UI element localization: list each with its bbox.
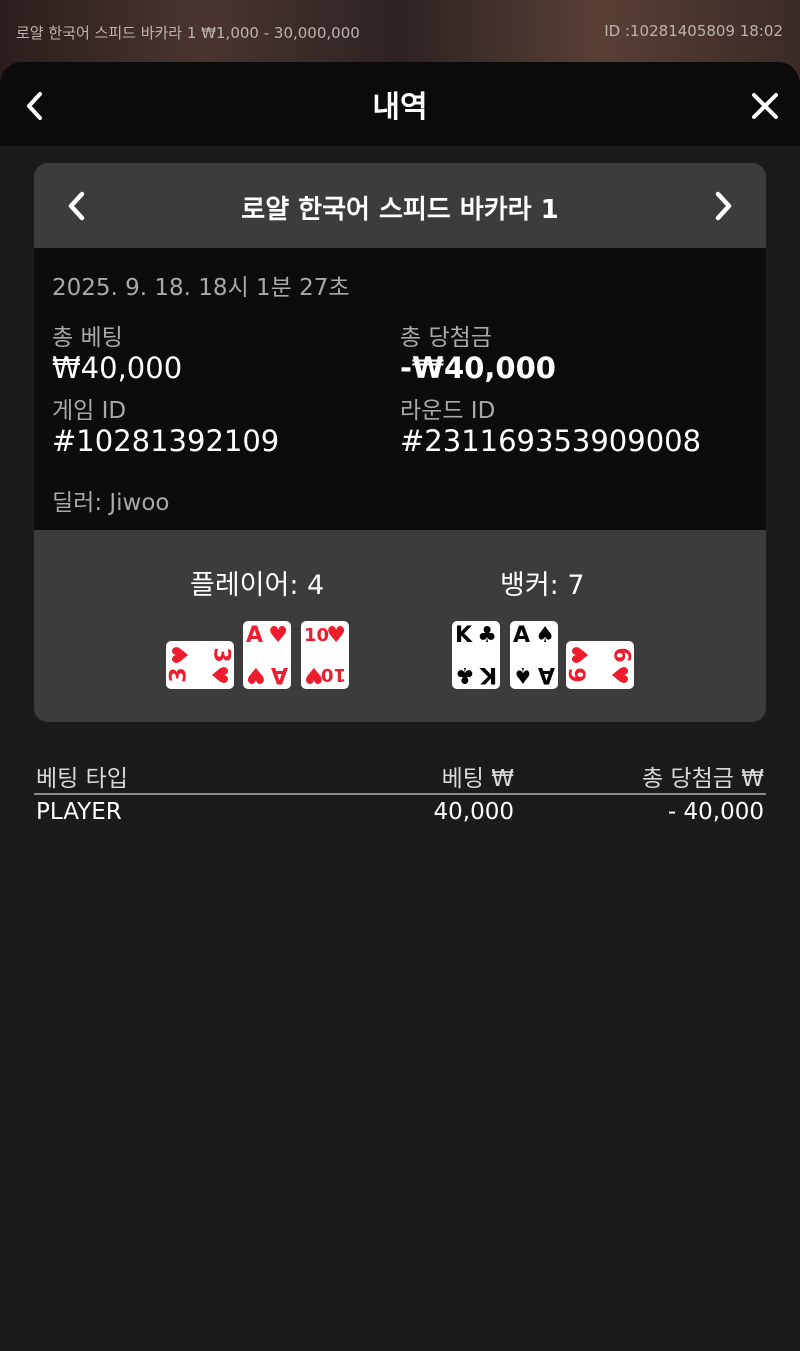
header-total-win: 총 당첨금 ₩ [641, 766, 764, 792]
session-id-text: ID :10281405809 18:02 [604, 22, 783, 40]
history-sheet: 내역 로얄 한국어 스피드 바카라 1 2025. 9. 18. 18시 1분 … [0, 62, 800, 1351]
card-rank: 6 [566, 667, 592, 683]
card-suit-icon: ♠ [535, 623, 555, 648]
player-card-3: 10 ♥ 10 ♥ [301, 621, 349, 689]
card-suit-icon: ♥ [304, 662, 324, 687]
banker-score: 뱅커: 7 [500, 570, 585, 601]
round-result: 플레이어: 4 뱅커: 7 3 ♥ 3 ♥ A ♥ A ♥ 10 ♥ 10 ♥ K ♣ K ♣ A ♠ A ♠ 6 ♥ 6… [34, 530, 766, 722]
row-bet-type: PLAYER [36, 799, 122, 825]
card-suit-icon: ♣ [477, 623, 497, 648]
card-rank: A [537, 662, 555, 687]
card-rank: 3 [208, 647, 234, 663]
table-divider [34, 793, 766, 795]
card-rank: K [479, 662, 497, 687]
total-win-value: -₩40,000 [400, 351, 556, 385]
next-round-button[interactable] [708, 189, 738, 223]
card-rank: 10 [320, 664, 346, 685]
card-suit-icon: ♣ [455, 662, 475, 687]
round-id-value: #231169353909008 [400, 424, 702, 458]
banker-card-1: K ♣ K ♣ [452, 621, 500, 689]
player-score: 플레이어: 4 [190, 570, 325, 601]
round-id-label: 라운드 ID [400, 398, 496, 424]
card-suit-icon: ♥ [168, 645, 194, 665]
game-title: 로얄 한국어 스피드 바카라 1 [241, 195, 559, 225]
round-date: 2025. 9. 18. 18시 1분 27초 [52, 275, 350, 301]
sheet-title: 내역 [372, 90, 428, 125]
game-id-value: #10281392109 [52, 424, 280, 458]
banker-card-3: 6 ♥ 6 ♥ [566, 641, 634, 689]
close-icon [752, 93, 778, 119]
total-win-label: 총 당첨금 [400, 325, 492, 351]
sheet-header: 내역 [0, 62, 800, 146]
card-suit-icon: ♥ [268, 623, 288, 648]
player-card-1: 3 ♥ 3 ♥ [166, 641, 234, 689]
card-suit-icon: ♥ [246, 662, 266, 687]
row-bet-amount: 40,000 [433, 799, 514, 825]
total-bet-label: 총 베팅 [52, 325, 123, 351]
chevron-right-icon [715, 191, 732, 221]
card-rank: A [270, 662, 288, 687]
table-limits-text: 로얄 한국어 스피드 바카라 1 ₩1,000 - 30,000,000 [16, 24, 360, 42]
dealer-name: 딜러: Jiwoo [52, 490, 170, 516]
player-card-2: A ♥ A ♥ [243, 621, 291, 689]
card-suit-icon: ♥ [206, 665, 232, 685]
game-id-label: 게임 ID [52, 398, 127, 424]
card-header: 로얄 한국어 스피드 바카라 1 [34, 163, 766, 248]
card-suit-icon: ♥ [568, 645, 594, 665]
card-suit-icon: ♥ [606, 665, 632, 685]
round-info: 2025. 9. 18. 18시 1분 27초 총 베팅 ₩40,000 총 당… [34, 248, 766, 530]
close-button[interactable] [750, 90, 780, 122]
card-rank: 3 [166, 667, 192, 683]
header-bet-type: 베팅 타입 [36, 766, 128, 792]
card-rank: A [246, 623, 264, 648]
banker-card-2: A ♠ A ♠ [510, 621, 558, 689]
card-rank: 6 [608, 647, 634, 663]
card-suit-icon: ♠ [513, 662, 533, 687]
card-rank: K [455, 623, 473, 648]
card-rank: A [513, 623, 531, 648]
total-bet-value: ₩40,000 [52, 351, 183, 385]
row-total-win: - 40,000 [667, 799, 764, 825]
card-suit-icon: ♥ [326, 623, 346, 648]
header-bet-amount: 베팅 ₩ [441, 766, 514, 792]
round-card: 로얄 한국어 스피드 바카라 1 2025. 9. 18. 18시 1분 27초… [34, 163, 766, 722]
